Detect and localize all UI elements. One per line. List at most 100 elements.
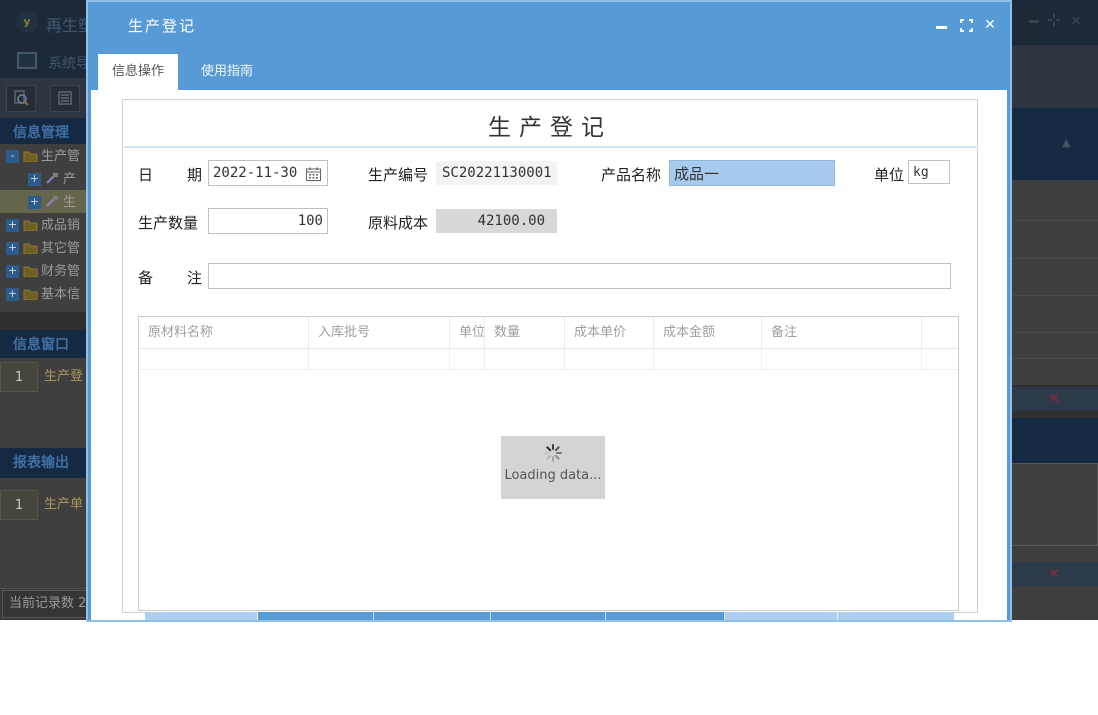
delete-x-icon: ✕ [1048, 391, 1060, 407]
strip-button[interactable] [606, 612, 725, 620]
tree-item[interactable]: +财务管 [0, 259, 90, 282]
tree-item[interactable]: -生产管 [0, 144, 90, 167]
delete-x-icon: ✕ [1048, 566, 1060, 582]
folder-icon [23, 214, 38, 236]
folder-icon [23, 260, 38, 282]
col-qty[interactable]: 数量 [485, 317, 565, 348]
col-unit[interactable]: 单位 [450, 317, 485, 348]
form-heading: 生产登记 [123, 108, 977, 142]
tab-info-operation[interactable]: 信息操作 [98, 54, 178, 90]
calendar-icon[interactable] [306, 166, 321, 185]
app-logo-icon: y [16, 11, 38, 33]
tree-item[interactable]: +其它管 [0, 236, 90, 259]
expand-plus-icon[interactable]: + [28, 173, 41, 186]
product-name-input[interactable] [669, 160, 835, 186]
tree-item[interactable]: +产 [0, 167, 90, 190]
qty-input[interactable] [208, 208, 328, 234]
col-remark[interactable]: 备注 [762, 317, 922, 348]
cost-value: 42100.00 [436, 209, 557, 233]
nav-tree: -生产管 +产 +生 +成品销 +其它管 +财务管 +基本信 [0, 144, 90, 312]
report-output-panel: 1 生产单 [0, 478, 90, 588]
expand-plus-icon[interactable]: + [6, 242, 19, 255]
col-material-name[interactable]: 原材料名称 [139, 317, 309, 348]
tab-user-guide[interactable]: 使用指南 [184, 54, 270, 90]
col-batch-no[interactable]: 入库批号 [309, 317, 450, 348]
col-filler [922, 317, 958, 348]
date-label: 日期 [138, 164, 202, 185]
tree-item[interactable]: +成品销 [0, 213, 90, 236]
list-item[interactable]: 1 生产单 [0, 490, 90, 520]
qty-label: 生产数量 [138, 212, 198, 233]
expand-plus-icon[interactable]: + [6, 288, 19, 301]
prod-no-label: 生产编号 [368, 164, 428, 185]
tree-item-selected[interactable]: +生 [0, 190, 90, 213]
cost-label: 原料成本 [368, 212, 428, 233]
loading-text: Loading data... [501, 468, 605, 483]
col-unit-cost[interactable]: 成本单价 [565, 317, 654, 348]
bg-close-icon[interactable]: ✕ [1068, 14, 1084, 30]
right-panel-section-bar [1010, 418, 1098, 463]
tool-icon [45, 191, 60, 213]
search-toolbar-button[interactable] [6, 85, 36, 112]
unit-label: 单位 [874, 164, 904, 185]
heading-rule [124, 146, 978, 148]
strip-button[interactable] [145, 612, 258, 620]
spinner-icon [544, 444, 562, 462]
section-info-window-header[interactable]: 信息窗口 [0, 330, 90, 358]
folder-icon [23, 237, 38, 259]
dialog-content: 生产登记 日期 生产编号 SC20221130001 产品名称 单位 生产数量 … [91, 90, 1007, 620]
dialog-tab-strip: 信息操作 使用指南 [88, 48, 1010, 90]
delete-row-button[interactable]: ✕ [1010, 562, 1098, 586]
report-toolbar-button[interactable] [50, 85, 80, 112]
collapse-minus-icon[interactable]: - [6, 150, 19, 163]
strip-button[interactable] [374, 612, 491, 620]
materials-table: 原材料名称 入库批号 单位 数量 成本单价 成本金额 备注 [138, 316, 959, 611]
folder-icon [23, 283, 38, 305]
dialog-title: 生产登记 [128, 15, 196, 36]
tool-icon [45, 168, 60, 190]
form-card: 生产登记 日期 生产编号 SC20221130001 产品名称 单位 生产数量 … [122, 99, 978, 613]
right-panel-gap [1010, 586, 1098, 620]
right-panel-header: ▲ [1010, 108, 1098, 180]
right-panel-textarea[interactable] [1010, 463, 1098, 546]
folder-icon [23, 145, 38, 167]
production-registration-dialog: 生产登记 ✕ 信息操作 使用指南 生产登记 日期 生产编号 SC20221130… [88, 2, 1010, 620]
expand-plus-icon[interactable]: + [6, 219, 19, 232]
maximize-icon[interactable] [958, 17, 974, 33]
report-icon [57, 90, 73, 106]
table-header-row: 原材料名称 入库批号 单位 数量 成本单价 成本金额 备注 [139, 317, 958, 349]
bg-restore-icon[interactable] [1046, 14, 1062, 30]
strip-button[interactable] [725, 612, 838, 620]
right-panel-rows [1010, 180, 1098, 385]
record-count-status: 当前记录数 2 [2, 590, 88, 618]
collapse-up-icon[interactable]: ▲ [1062, 136, 1070, 149]
delete-row-button[interactable]: ✕ [1010, 387, 1098, 411]
section-info-mgmt-header[interactable]: 信息管理 [0, 118, 90, 144]
section-report-output-header[interactable]: 报表输出 [0, 448, 90, 478]
strip-button[interactable] [491, 612, 606, 620]
remark-input[interactable] [208, 263, 951, 289]
bg-minimize-icon[interactable] [1026, 14, 1042, 30]
col-cost-amount[interactable]: 成本金额 [654, 317, 762, 348]
info-window-panel: 1 生产登 [0, 358, 90, 448]
unit-input[interactable] [908, 160, 950, 184]
expand-plus-icon[interactable]: + [28, 196, 41, 209]
prod-no-value: SC20221130001 [436, 161, 557, 185]
tree-item[interactable]: +基本信 [0, 282, 90, 305]
right-panel-top [1010, 45, 1098, 108]
right-panel-gap [1010, 546, 1098, 562]
empty-table-row [139, 349, 958, 370]
loading-indicator: Loading data... [501, 436, 605, 499]
strip-button[interactable] [838, 612, 954, 620]
list-item[interactable]: 1 生产登 [0, 362, 90, 392]
dialog-titlebar[interactable]: 生产登记 ✕ [88, 2, 1010, 46]
nav-checkbox-icon [17, 52, 37, 69]
search-icon [13, 90, 29, 106]
app-title: 再生塑 [46, 12, 94, 36]
strip-button[interactable] [258, 612, 374, 620]
expand-plus-icon[interactable]: + [6, 265, 19, 278]
close-icon[interactable]: ✕ [982, 17, 998, 33]
remark-label: 备注 [138, 267, 202, 288]
minimize-icon[interactable] [933, 17, 949, 33]
product-name-label: 产品名称 [601, 164, 661, 185]
